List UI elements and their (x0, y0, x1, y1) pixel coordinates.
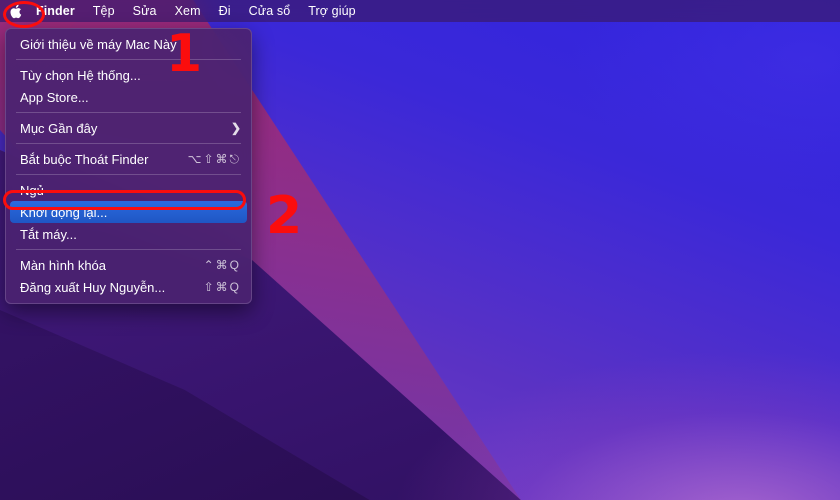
menu-item-shut-down[interactable]: Tắt máy... (6, 223, 251, 245)
menu-item-force-quit-finder[interactable]: Bắt buộc Thoát Finder ⌥⇧⌘⎋ (6, 148, 251, 170)
menu-item-label: Tắt máy... (20, 226, 77, 242)
menu-item-label: Đăng xuất Huy Nguyễn... (20, 279, 166, 295)
desktop-screen: Finder Tệp Sửa Xem Đi Cửa sổ Trợ giúp Gi… (0, 0, 840, 500)
menu-item-shortcut: ⇧⌘Q (203, 280, 241, 294)
apple-dropdown-menu: Giới thiệu về máy Mac Này Tùy chọn Hệ th… (5, 28, 252, 304)
apple-menu-button[interactable] (0, 0, 30, 22)
menu-separator (16, 112, 241, 113)
menu-item-label: Tùy chọn Hệ thống... (20, 67, 141, 83)
menubar-item-view[interactable]: Xem (166, 0, 210, 22)
menu-item-lock-screen[interactable]: Màn hình khóa ⌃⌘Q (6, 254, 251, 276)
menu-item-label: App Store... (20, 89, 89, 105)
menubar-item-file[interactable]: Tệp (84, 0, 124, 22)
menubar-item-window[interactable]: Cửa sổ (240, 0, 300, 22)
menu-separator (16, 174, 241, 175)
menu-item-restart[interactable]: Khởi động lại... (10, 201, 247, 223)
menu-item-about-this-mac[interactable]: Giới thiệu về máy Mac Này (6, 33, 251, 55)
menu-item-label: Màn hình khóa (20, 257, 107, 273)
menu-item-label: Khởi động lại... (20, 204, 108, 220)
menu-item-recent-items[interactable]: Mục Gần đây ❯ (6, 117, 251, 139)
apple-logo-icon (10, 4, 21, 18)
menu-item-sleep[interactable]: Ngủ (6, 179, 251, 201)
chevron-right-icon: ❯ (230, 121, 241, 135)
menu-item-label: Mục Gần đây (20, 120, 98, 136)
menu-item-system-preferences[interactable]: Tùy chọn Hệ thống... (6, 64, 251, 86)
menu-item-shortcut: ⌥⇧⌘⎋ (187, 151, 241, 166)
menu-separator (16, 249, 241, 250)
menubar-item-finder[interactable]: Finder (30, 0, 84, 22)
menubar-item-go[interactable]: Đi (210, 0, 240, 22)
menubar-item-help[interactable]: Trợ giúp (299, 0, 364, 22)
menu-item-app-store[interactable]: App Store... (6, 86, 251, 108)
menu-item-label: Giới thiệu về máy Mac Này (20, 36, 177, 52)
menu-item-shortcut: ⌃⌘Q (203, 258, 241, 272)
menu-bar: Finder Tệp Sửa Xem Đi Cửa sổ Trợ giúp (0, 0, 840, 22)
menu-item-log-out[interactable]: Đăng xuất Huy Nguyễn... ⇧⌘Q (6, 276, 251, 298)
menubar-item-edit[interactable]: Sửa (124, 0, 166, 22)
menu-separator (16, 59, 241, 60)
menu-item-label: Ngủ (20, 182, 44, 198)
menu-separator (16, 143, 241, 144)
menu-item-label: Bắt buộc Thoát Finder (20, 151, 149, 167)
